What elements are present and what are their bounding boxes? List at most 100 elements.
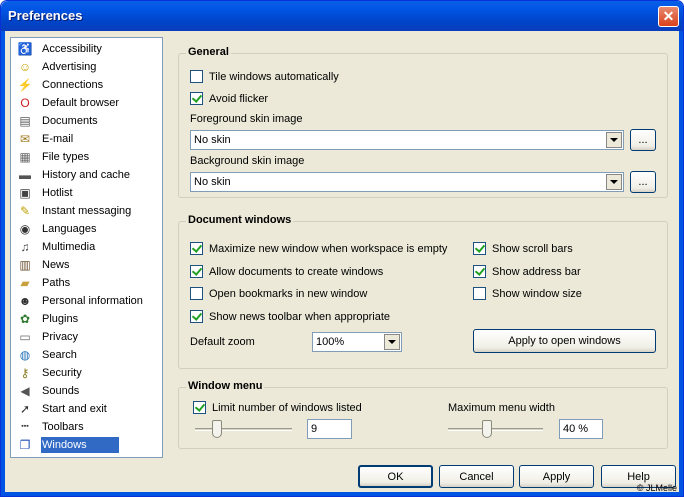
multimedia-icon: ♫	[20, 240, 30, 254]
show-scroll-bars-label: Show scroll bars	[492, 242, 573, 255]
sidebar-item-label: History and cache	[42, 169, 131, 181]
title-bar[interactable]: Preferences ✕	[1, 1, 683, 31]
sidebar-item-label: Toolbars	[42, 421, 84, 433]
max-menu-width-slider[interactable]	[448, 419, 543, 439]
sidebar-item-news[interactable]: ▥ News	[13, 256, 161, 274]
sidebar-item-hotlist[interactable]: ▣ Hotlist	[13, 184, 161, 202]
show-window-size-checkbox[interactable]: Show window size	[473, 287, 582, 300]
sidebar-item-label: Languages	[42, 223, 97, 235]
person-icon: ☻	[18, 294, 32, 308]
apply-to-open-windows-button[interactable]: Apply to open windows	[473, 329, 656, 353]
allow-documents-box[interactable]	[190, 265, 203, 278]
show-address-bar-checkbox[interactable]: Show address bar	[473, 265, 581, 278]
show-address-bar-label: Show address bar	[492, 265, 581, 278]
limit-windows-slider-thumb[interactable]	[212, 420, 222, 438]
sidebar-item-search[interactable]: ◍ Search	[13, 346, 161, 364]
tile-windows-label: Tile windows automatically	[209, 70, 339, 83]
sidebar-item-sounds[interactable]: ◀ Sounds	[13, 382, 161, 400]
sidebar-item-label: Personal information	[42, 295, 143, 307]
window-menu-group: Window menu	[178, 380, 668, 449]
accessibility-icon: ♿	[17, 42, 33, 56]
avoid-flicker-box[interactable]	[190, 92, 203, 105]
cancel-label: Cancel	[459, 470, 494, 483]
avoid-flicker-checkbox[interactable]: Avoid flicker	[190, 92, 268, 105]
sidebar-item-documents[interactable]: ▤ Documents	[13, 112, 161, 130]
close-icon: ✕	[662, 8, 675, 24]
foreground-skin-dropdown[interactable]: No skin	[190, 130, 624, 150]
tile-windows-box[interactable]	[190, 70, 203, 83]
file-types-icon: ▦	[19, 150, 31, 164]
hotlist-icon: ▣	[19, 186, 31, 200]
sidebar-item-plugins[interactable]: ✿ Plugins	[13, 310, 161, 328]
sidebar-item-file-types[interactable]: ▦ File types	[13, 148, 161, 166]
limit-windows-slider[interactable]	[195, 419, 292, 439]
documents-icon: ▤	[19, 114, 31, 128]
max-menu-width-input[interactable]: 40 %	[559, 419, 603, 439]
chevron-down-icon[interactable]	[606, 174, 622, 190]
sidebar-item-personal-information[interactable]: ☻ Personal information	[13, 292, 161, 310]
sidebar-item-label: Paths	[42, 277, 71, 289]
allow-documents-checkbox[interactable]: Allow documents to create windows	[190, 265, 383, 278]
background-browse-button[interactable]: ...	[630, 171, 656, 193]
category-list[interactable]: ♿ Accessibility ☺ Advertising ⚡ Connections O D…	[10, 37, 163, 458]
show-news-toolbar-checkbox[interactable]: Show news toolbar when appropriate	[190, 310, 390, 323]
open-bookmarks-box[interactable]	[190, 287, 203, 300]
sidebar-item-connections[interactable]: ⚡ Connections	[13, 76, 161, 94]
maximize-window-box[interactable]	[190, 242, 203, 255]
open-bookmarks-checkbox[interactable]: Open bookmarks in new window	[190, 287, 367, 300]
chevron-down-icon[interactable]	[384, 334, 400, 350]
maximize-window-checkbox[interactable]: Maximize new window when workspace is em…	[190, 242, 447, 255]
window-frame-right	[679, 31, 683, 496]
show-window-size-box[interactable]	[473, 287, 486, 300]
privacy-icon: ▭	[19, 330, 31, 344]
limit-windows-box[interactable]	[193, 401, 206, 414]
plugins-icon: ✿	[19, 312, 31, 326]
sidebar-item-label: Advertising	[42, 61, 97, 73]
windows-icon: ❐	[19, 438, 31, 452]
sidebar-item-e-mail[interactable]: ✉ E-mail	[13, 130, 161, 148]
background-skin-value: No skin	[194, 176, 231, 188]
sidebar-item-label: Multimedia	[42, 241, 96, 253]
sidebar-item-languages[interactable]: ◉ Languages	[13, 220, 161, 238]
document-windows-group-title: Document windows	[186, 214, 294, 226]
sidebar-item-advertising[interactable]: ☺ Advertising	[13, 58, 161, 76]
sidebar-item-toolbars[interactable]: ▪▪▪ Toolbars	[13, 418, 161, 436]
show-window-size-label: Show window size	[492, 287, 582, 300]
limit-windows-input[interactable]: 9	[307, 419, 352, 439]
ok-button[interactable]: OK	[358, 465, 433, 488]
sidebar-item-privacy[interactable]: ▭ Privacy	[13, 328, 161, 346]
sidebar-item-label: Instant messaging	[42, 205, 132, 217]
default-browser-icon: O	[20, 96, 30, 110]
max-menu-width-slider-track	[448, 428, 543, 431]
sidebar-item-history-and-cache[interactable]: ▬ History and cache	[13, 166, 161, 184]
apply-button[interactable]: Apply	[519, 465, 594, 488]
limit-windows-checkbox[interactable]: Limit number of windows listed	[193, 401, 362, 414]
cancel-button[interactable]: Cancel	[439, 465, 514, 488]
sidebar-item-default-browser[interactable]: O Default browser	[13, 94, 161, 112]
tile-windows-checkbox[interactable]: Tile windows automatically	[190, 70, 339, 83]
default-zoom-dropdown[interactable]: 100%	[312, 332, 402, 352]
toolbars-icon: ▪▪▪	[21, 423, 29, 430]
max-menu-width-slider-thumb[interactable]	[482, 420, 492, 438]
show-news-toolbar-box[interactable]	[190, 310, 203, 323]
sidebar-item-security[interactable]: ⚷ Security	[13, 364, 161, 382]
window-title: Preferences	[8, 8, 83, 23]
show-address-bar-box[interactable]	[473, 265, 486, 278]
background-skin-dropdown[interactable]: No skin	[190, 172, 624, 192]
key-icon: ⚷	[20, 366, 30, 380]
sidebar-item-multimedia[interactable]: ♫ Multimedia	[13, 238, 161, 256]
sidebar-item-windows[interactable]: ❐ Windows	[13, 436, 161, 454]
limit-windows-label: Limit number of windows listed	[212, 401, 362, 414]
sidebar-item-paths[interactable]: ▰ Paths	[13, 274, 161, 292]
sidebar-item-label: Search	[42, 349, 77, 361]
show-scroll-bars-checkbox[interactable]: Show scroll bars	[473, 242, 573, 255]
sidebar-item-start-and-exit[interactable]: ➚ Start and exit	[13, 400, 161, 418]
foreground-browse-button[interactable]: ...	[630, 129, 656, 151]
chevron-down-icon[interactable]	[606, 132, 622, 148]
sidebar-item-label: Privacy	[42, 331, 79, 343]
sidebar-item-accessibility[interactable]: ♿ Accessibility	[13, 40, 161, 58]
sidebar-item-instant-messaging[interactable]: ✎ Instant messaging	[13, 202, 161, 220]
show-scroll-bars-box[interactable]	[473, 242, 486, 255]
close-button[interactable]: ✕	[658, 6, 679, 27]
window-frame-bottom	[1, 492, 683, 496]
